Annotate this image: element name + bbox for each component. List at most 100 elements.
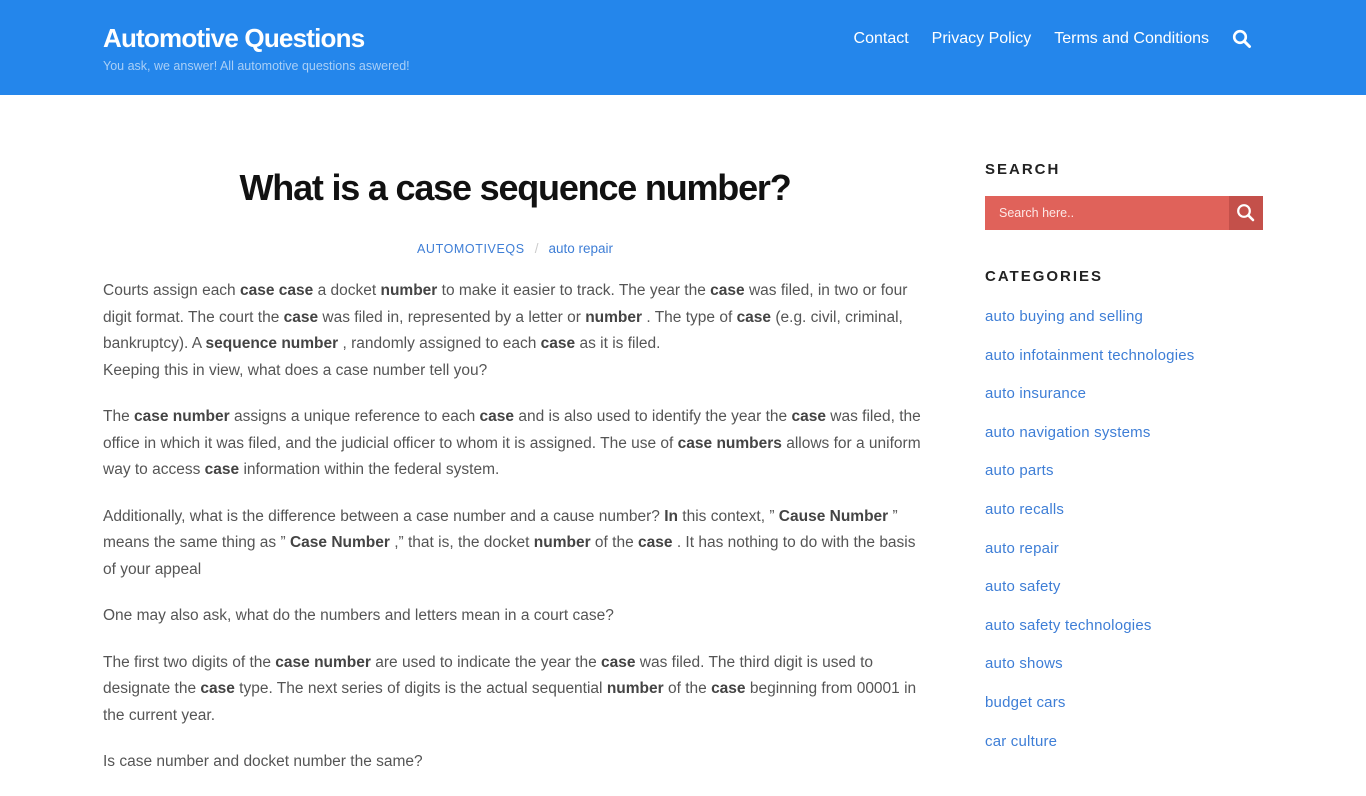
paragraph-text: information within the federal system. [239,461,500,478]
main-nav: Contact Privacy Policy Terms and Conditi… [831,28,1253,50]
paragraph-text: ,” that is, the docket [389,534,534,551]
category-link[interactable]: auto repair [985,540,1059,557]
category-item: car culture [985,732,1263,771]
site-header: Automotive Questions You ask, we answer!… [0,0,1366,95]
emphasis-text: case [736,308,772,326]
categories-list: auto buying and selling auto infotainment… [985,307,1263,770]
emphasis-text: number [380,282,438,299]
category-link[interactable]: auto safety [985,578,1061,595]
paragraph-text: of the [590,534,639,551]
article-meta: AUTOMOTIVEQS / auto repair [103,240,927,258]
emphasis-text: number [606,680,664,697]
category-link[interactable]: auto shows [985,655,1063,672]
author-link[interactable]: AUTOMOTIVEQS [417,242,525,256]
search-icon [1232,29,1251,48]
category-item: auto safety [985,577,1263,616]
paragraph-text: Courts assign each [103,282,240,299]
emphasis-text: case [540,335,576,352]
categories-widget-title: CATEGORIES [985,268,1104,285]
meta-separator: / [534,241,539,256]
paragraph-text: . The type of [642,308,737,326]
article-paragraph: Keeping this in view, what does a case n… [103,358,927,385]
category-item: auto shows [985,654,1263,693]
emphasis-text: sequence number [205,335,339,352]
emphasis-text: case number [275,653,371,671]
category-item: auto buying and selling [985,307,1263,346]
category-item: auto insurance [985,384,1263,423]
category-item: budget cars [985,693,1263,732]
emphasis-text: Cause Number [778,507,889,525]
search-widget-title: SEARCH [985,161,1061,178]
category-item: auto navigation systems [985,423,1263,462]
emphasis-text: case number [134,408,230,425]
article-paragraph: One may also ask, what do the numbers an… [103,603,927,630]
category-link[interactable]: auto repair [548,241,613,256]
emphasis-text: Case Number [289,534,390,551]
paragraph-text: Additionally, what is the difference bet… [103,507,665,525]
paragraph-text: assigns a unique reference to each [229,408,480,425]
sidebar-search-form [985,196,1263,230]
paragraph-text: of the [663,680,712,697]
site-title-link[interactable]: Automotive Questions [103,22,365,54]
article: What is a case sequence number? AUTOMOTI… [103,140,927,796]
article-paragraph: The first two digits of the case number … [103,650,927,730]
category-item: auto recalls [985,500,1263,539]
category-link[interactable]: auto safety technologies [985,617,1152,634]
category-link[interactable]: auto navigation systems [985,424,1151,441]
paragraph-text: One may also ask, what do the numbers an… [103,607,614,624]
paragraph-text: this context, ” [678,507,779,525]
category-item: auto repair [985,539,1263,578]
nav-link-terms-and-conditions[interactable]: Terms and Conditions [1054,28,1209,50]
emphasis-text: case [791,408,826,425]
sidebar-search-button[interactable] [1229,196,1263,230]
category-link[interactable]: auto parts [985,462,1054,479]
site-tagline: You ask, we answer! All automotive quest… [103,59,410,73]
emphasis-text: case [479,408,515,425]
emphasis-text: case [710,282,745,299]
category-link[interactable]: auto recalls [985,501,1064,518]
emphasis-text: case [283,308,319,326]
emphasis-text: case numbers [677,434,782,452]
paragraph-text: The [103,408,135,425]
sidebar-search-input[interactable] [985,196,1229,230]
emphasis-text: case [204,461,240,478]
emphasis-text: case case [240,282,314,299]
category-link[interactable]: auto insurance [985,385,1086,402]
nav-link-privacy-policy[interactable]: Privacy Policy [932,28,1032,50]
paragraph-text: type. The next series of digits is the a… [234,680,607,697]
category-item: auto safety technologies [985,616,1263,655]
article-paragraph: Additionally, what is the difference bet… [103,504,927,584]
emphasis-text: number [585,308,643,326]
emphasis-text: number [533,534,591,551]
sidebar: SEARCH CATEGORIES auto buying and sellin… [985,160,1263,770]
header-search-button[interactable] [1231,28,1253,50]
category-link[interactable]: car culture [985,733,1057,750]
article-paragraph: The case number assigns a unique referen… [103,404,927,484]
emphasis-text: case [601,653,636,671]
paragraph-text: a docket [313,282,381,299]
category-link[interactable]: auto infotainment technologies [985,347,1194,364]
category-link[interactable]: budget cars [985,694,1066,711]
paragraph-text: , randomly assigned to each [338,335,541,352]
emphasis-text: In [664,507,678,525]
article-paragraph: Courts assign each case case a docket nu… [103,278,927,358]
paragraph-text: Is case number and docket number the sam… [103,753,423,770]
search-icon [1237,204,1255,222]
emphasis-text: case [638,534,673,551]
article-content: Courts assign each case case a docket nu… [103,278,927,776]
nav-link-contact[interactable]: Contact [854,28,909,50]
emphasis-text: case [200,680,235,697]
paragraph-text: and is also used to identify the year th… [514,408,792,425]
article-paragraph: Is case number and docket number the sam… [103,749,927,776]
category-item: auto infotainment technologies [985,346,1263,385]
paragraph-text: as it is filed. [575,335,661,352]
emphasis-text: case [711,680,746,697]
paragraph-text: The first two digits of the [103,653,276,671]
category-item: auto parts [985,461,1263,500]
paragraph-text: was filed in, represented by a letter or [318,308,586,326]
paragraph-text: to make it easier to track. The year the [437,282,711,299]
category-link[interactable]: auto buying and selling [985,308,1143,325]
paragraph-text: are used to indicate the year the [370,653,602,671]
article-title: What is a case sequence number? [239,167,792,208]
paragraph-text: Keeping this in view, what does a case n… [103,361,488,379]
